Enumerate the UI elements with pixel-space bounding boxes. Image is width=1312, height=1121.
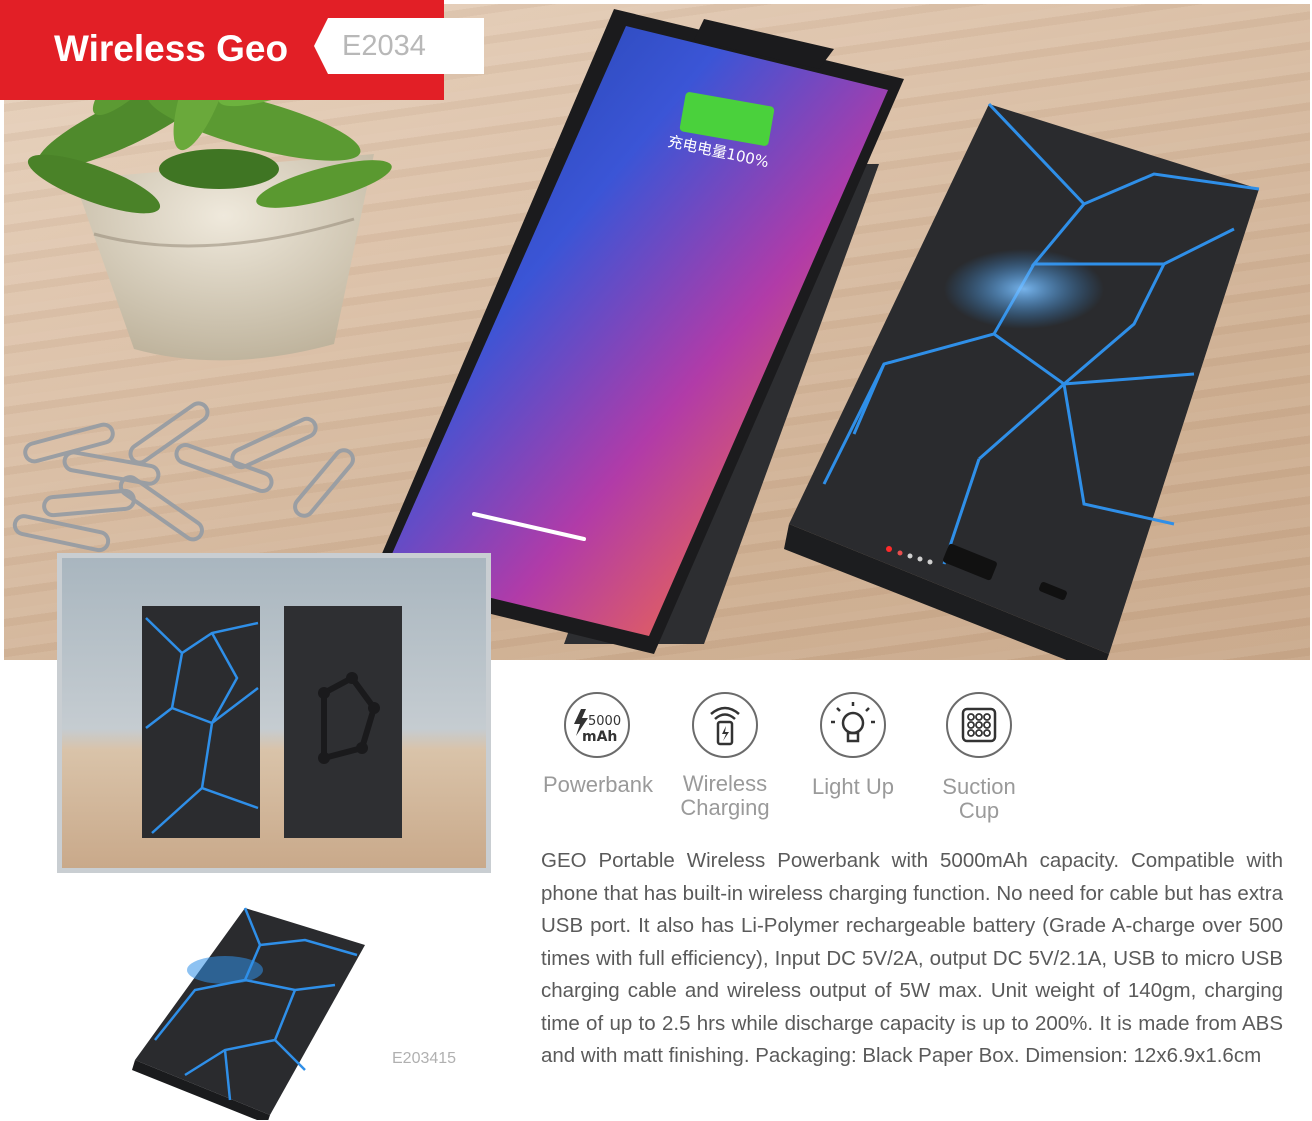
wireless-charging-icon — [710, 706, 740, 746]
feature-label-suction-cup: Suction Cup — [904, 775, 1054, 823]
feature-label-suction-line2: Cup — [958, 798, 1000, 823]
product-description: GEO Portable Wireless Powerbank with 500… — [541, 849, 1283, 1067]
wireless-charging-feature-icon — [692, 692, 758, 758]
feature-label-wireless-line2: Charging — [680, 795, 770, 820]
paper-clips — [12, 401, 355, 553]
suction-cup-feature-icon — [946, 692, 1012, 758]
powerbank-front — [142, 606, 260, 838]
powerbank-back — [284, 606, 402, 838]
light-up-feature-icon — [820, 692, 886, 758]
inset-photo — [57, 553, 491, 873]
capacity-unit: mAh — [582, 729, 617, 745]
lightning-battery-icon: 5000 mAh — [574, 709, 621, 745]
variant-photo — [132, 907, 365, 1120]
powerbank-feature-icon: 5000 mAh — [564, 692, 630, 758]
variant-code: E203415 — [392, 1050, 457, 1067]
product-code-tag: E2034 — [314, 18, 484, 74]
title-band: Wireless Geo E2034 — [0, 0, 484, 100]
product-code: E2034 — [342, 30, 426, 62]
suction-cup-icon — [961, 707, 997, 743]
inset-illustration — [62, 558, 486, 868]
light-bulb-icon — [831, 702, 875, 743]
capacity-value: 5000 — [588, 714, 621, 729]
feature-label-suction-line1: Suction — [942, 774, 1016, 799]
product-title: Wireless Geo — [54, 28, 289, 69]
